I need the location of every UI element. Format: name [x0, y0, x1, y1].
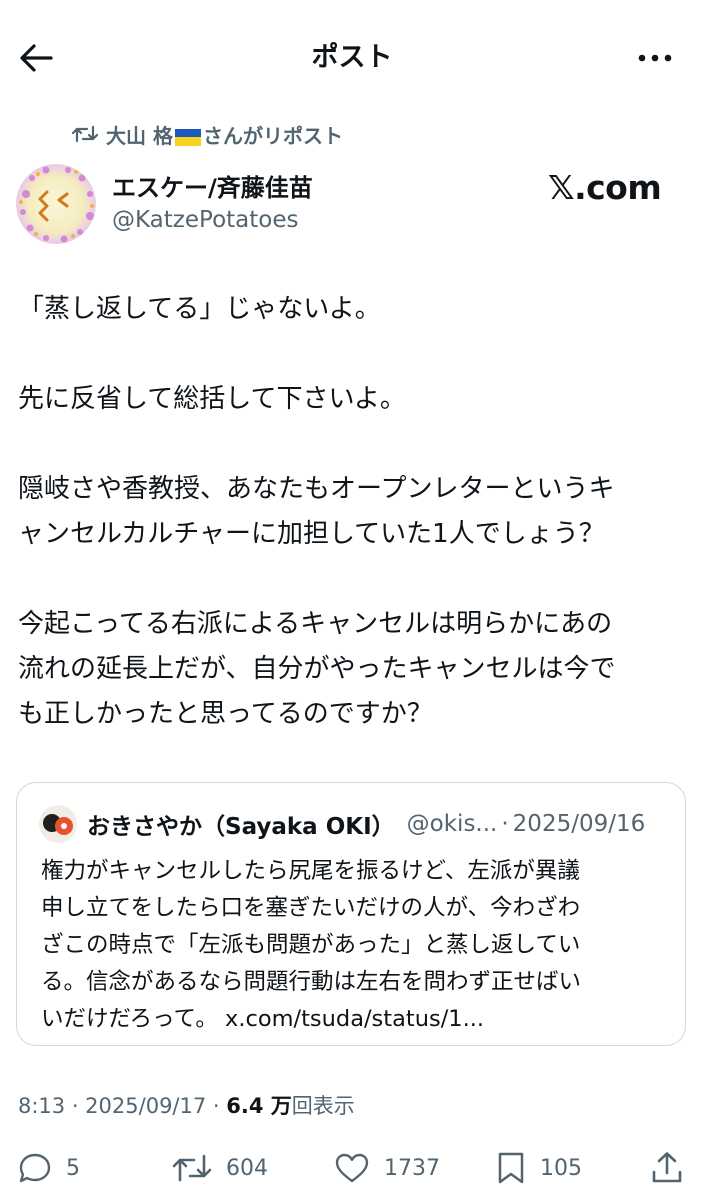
- quote-line: 申し立てをしたら口を塞ぎたいだけの人が、今わざわ: [41, 895, 581, 921]
- page-title: ポスト: [311, 42, 393, 73]
- repost-indicator[interactable]: 大山 格 さんがリポスト: [72, 120, 343, 148]
- quote-text: 権力がキャンセルしたら尻尾を振るけど、左派が異議 申し立てをしたら口を塞ぎたいだ…: [41, 853, 671, 1038]
- ukraine-flag-icon: [174, 128, 201, 146]
- bookmark-count: 105: [540, 1155, 582, 1181]
- reply-icon: [19, 1153, 51, 1183]
- author-display-name[interactable]: エスケー/斉藤佳苗: [112, 172, 313, 204]
- repost-suffix: さんがリポスト: [202, 123, 343, 148]
- more-options-button[interactable]: [630, 36, 680, 80]
- quote-line: 権力がキャンセルしたら尻尾を振るけど、左派が異議: [41, 858, 580, 884]
- repost-icon: [172, 1154, 212, 1182]
- author-handle[interactable]: @KatzePotatoes: [112, 204, 298, 236]
- post-meta: 8:13 · 2025/09/17 · 6.4 万回表示: [18, 1090, 355, 1122]
- post-line: 隠岐さや香教授、あなたもオープンレターというキ: [18, 474, 615, 504]
- more-icon: [638, 54, 672, 62]
- post-timestamp[interactable]: 8:13 · 2025/09/17 ·: [18, 1094, 226, 1118]
- repost-button[interactable]: 604: [172, 1148, 268, 1188]
- post-text: 「蒸し返してる」じゃないよ。 先に反省して総括して下さいよ。 隠岐さや香教授、あ…: [18, 287, 690, 737]
- share-button[interactable]: [650, 1148, 684, 1188]
- heart-icon: [335, 1153, 369, 1183]
- post-line: 今起こってる右派によるキャンセルは明らかにあの: [18, 609, 613, 639]
- quote-line: る。信念があるなら問題行動は左右を問わず正せばい: [41, 969, 582, 995]
- post-line: ャンセルカルチャーに加担していた1人でしょう？: [18, 519, 605, 549]
- view-count: 6.4 万: [226, 1094, 292, 1118]
- repost-user[interactable]: 大山 格: [106, 124, 173, 148]
- post-line: も正しかったと思ってるのですか？: [18, 699, 433, 729]
- bookmark-icon: [498, 1152, 524, 1184]
- quote-date: 2025/09/16: [512, 811, 646, 837]
- post-line: 流れの延長上だが、自分がやったキャンセルは今で: [18, 654, 616, 684]
- quote-line: ざこの時点で「左派も問題があった」と蒸し返してい: [41, 932, 581, 958]
- view-label: 回表示: [291, 1094, 355, 1118]
- like-button[interactable]: 1737: [334, 1148, 440, 1188]
- x-com-watermark: 𝕏.com: [548, 168, 662, 207]
- repost-count: 604: [226, 1155, 268, 1181]
- reply-button[interactable]: 5: [18, 1148, 80, 1188]
- post-line: 先に反省して総括して下さいよ。: [18, 384, 406, 414]
- quote-author-handle[interactable]: @okis...: [407, 811, 498, 837]
- quote-header: おきさやか（Sayaka OKI） @okis... · 2025/09/16: [87, 805, 645, 843]
- reply-count: 5: [66, 1155, 80, 1181]
- post-line: 「蒸し返してる」じゃないよ。: [18, 294, 381, 324]
- quote-separator: ·: [501, 811, 509, 837]
- repost-icon: [72, 125, 98, 143]
- like-count: 1737: [384, 1155, 440, 1181]
- bookmark-button[interactable]: 105: [496, 1148, 582, 1188]
- avatar[interactable]: [16, 164, 96, 244]
- share-icon: [652, 1152, 682, 1183]
- quote-line: いだけだろって。 x.com/tsuda/status/1...: [41, 1006, 485, 1032]
- quoted-post[interactable]: おきさやか（Sayaka OKI） @okis... · 2025/09/16 …: [16, 782, 686, 1046]
- quote-author-name[interactable]: おきさやか（Sayaka OKI）: [87, 807, 395, 841]
- quote-avatar[interactable]: [39, 805, 77, 843]
